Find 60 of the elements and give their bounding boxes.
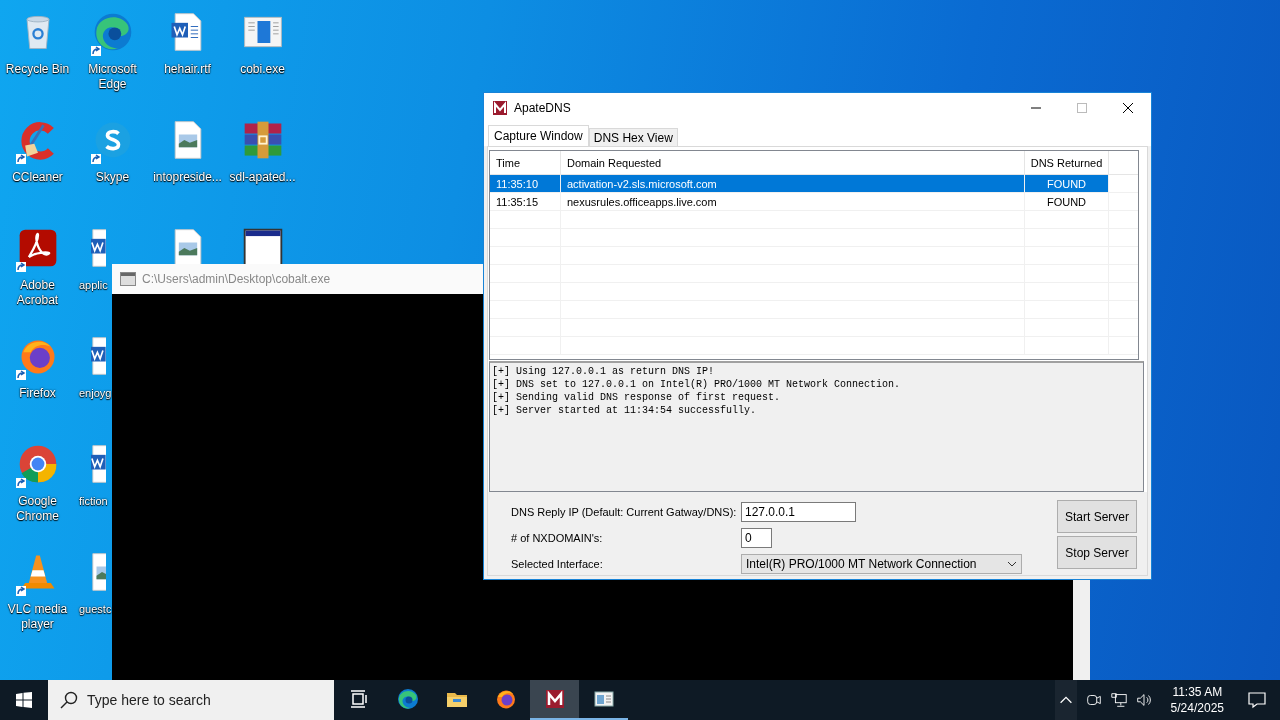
field-label: DNS Reply IP (Default: Current Gatway/DNS): (511, 505, 738, 518)
table-cell: nexusrules.officeapps.live.com (561, 193, 1025, 210)
table-cell: activation-v2.sls.microsoft.com (561, 175, 1025, 192)
input-field[interactable]: 0 (741, 528, 772, 548)
input-field[interactable]: 127.0.0.1 (741, 501, 856, 522)
field-label: # of NXDOMAIN's: (511, 532, 604, 544)
server-button[interactable]: Start Server (1057, 500, 1137, 533)
log-line: [+] Using 127.0.0.1 as return DNS IP! (492, 365, 716, 378)
search-icon (60, 691, 78, 709)
server-button[interactable]: Stop Server (1057, 536, 1137, 569)
table-cell: FOUND (1025, 193, 1109, 210)
icon-label[interactable]: sdl-apated... (226, 170, 299, 185)
scrollbar[interactable] (1073, 580, 1090, 680)
edge-icon (395, 687, 420, 711)
icon-label[interactable]: guestc (79, 602, 112, 617)
interface-dropdown[interactable]: Intel(R) PRO/1000 MT Network Connection (741, 554, 1022, 575)
app-logo-icon (493, 100, 507, 115)
window-title: C:\Users\admin\Desktop\cobalt.exe (142, 272, 331, 286)
icon-label[interactable]: Adobe Acrobat (1, 278, 74, 308)
icon-label[interactable]: applic (79, 278, 108, 293)
close-icon (1122, 101, 1134, 114)
table-cell: 11:35:15 (490, 193, 561, 210)
network-icon (1109, 691, 1128, 709)
icon-label[interactable]: Skype (76, 170, 149, 185)
icon-label[interactable]: enjoyg (79, 386, 112, 401)
tray-button[interactable] (1054, 680, 1077, 720)
icon-label[interactable]: Google Chrome (1, 494, 74, 524)
icon-label[interactable]: hehair.rtf (151, 62, 224, 77)
caret-icon (1007, 561, 1017, 568)
tab[interactable]: Capture Window (488, 125, 589, 146)
icon-label[interactable]: VLC media player (1, 602, 74, 632)
icon-label[interactable]: Recycle Bin (1, 62, 74, 77)
speaker-icon (1134, 691, 1153, 709)
table-cell: FOUND (1025, 175, 1109, 192)
log-line: [+] Server started at 11:34:54 successfully. (492, 404, 758, 417)
icon-label[interactable]: fiction (79, 494, 108, 509)
icon-label[interactable]: Microsoft Edge (76, 62, 149, 92)
speech-bubble-icon (1247, 690, 1267, 710)
log-line: [+] Sending valid DNS response of first request. (492, 391, 782, 404)
icon-label[interactable]: cobi.exe (226, 62, 299, 77)
icon-label[interactable]: intopreside... (151, 170, 224, 185)
console-icon (120, 272, 136, 286)
search-field[interactable]: Type here to search (48, 680, 334, 720)
window-title: ApateDNS (514, 100, 571, 115)
table-cell: 11:35:10 (490, 175, 561, 192)
windows-logo-icon (16, 692, 32, 708)
maximize-icon (1076, 101, 1088, 114)
taskbar-app[interactable] (530, 680, 579, 720)
tab[interactable]: DNS Hex View (588, 128, 678, 146)
clock-date[interactable]: 5/24/2025 (1170, 700, 1224, 716)
icon-label[interactable]: Firefox (1, 386, 74, 401)
clock-time[interactable]: 11:35 AM (1172, 684, 1223, 700)
column-header[interactable]: Domain Requested (561, 151, 1025, 174)
table-row[interactable]: 11:35:15 nexusrules.officeapps.live.com FOUND (490, 193, 1138, 211)
column-header[interactable]: Time (490, 151, 561, 174)
icon-label[interactable]: CCleaner (1, 170, 74, 185)
field-label: Selected Interface: (511, 558, 604, 571)
log-line: [+] DNS set to 127.0.0.1 on Intel(R) PRO/1000 MT Network Connection. (492, 378, 902, 391)
column-header[interactable]: DNS Returned (1025, 151, 1109, 174)
table-row[interactable]: 11:35:10 activation-v2.sls.microsoft.com FOUND (490, 175, 1138, 193)
